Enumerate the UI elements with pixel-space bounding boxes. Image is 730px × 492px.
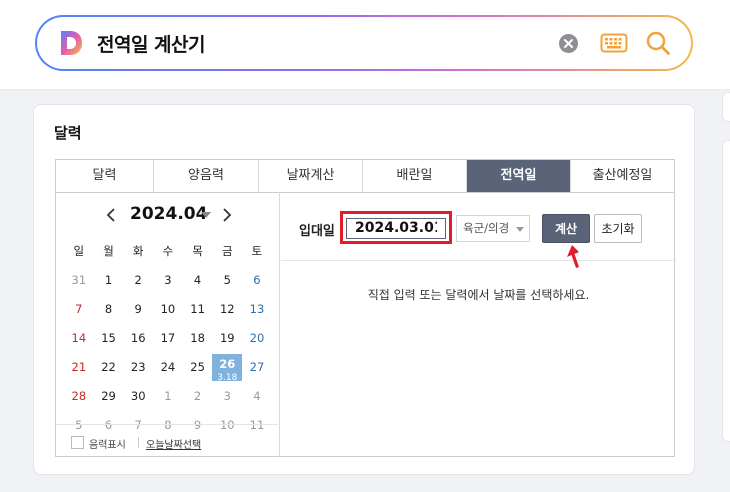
calendar-day[interactable]: 25 — [183, 353, 213, 382]
calendar-day[interactable]: 5 — [212, 266, 242, 295]
divider — [138, 437, 139, 448]
calendar-day[interactable]: 22 — [94, 353, 124, 382]
search-query[interactable]: 전역일 계산기 — [97, 30, 206, 57]
calendar-day[interactable]: 1 — [94, 266, 124, 295]
branch-select[interactable]: 육군/의경 — [456, 215, 530, 242]
tab-lunar-solar[interactable]: 양음력 — [154, 160, 259, 192]
tab-date-calc[interactable]: 날짜계산 — [259, 160, 363, 192]
calendar-day[interactable]: 2 — [123, 266, 153, 295]
search-box-inner: 전역일 계산기 — [37, 17, 691, 69]
branch-select-value: 육군/의경 — [463, 221, 510, 235]
discharge-form: 입대일 육군/의경 계산 초기화 직접 입력 또는 달력에서 날짜를 선택하세요… — [281, 192, 676, 457]
calendar-week: 14 15 16 17 18 19 20 — [64, 324, 272, 353]
calendar-day[interactable]: 30 — [123, 382, 153, 411]
calendar-day[interactable]: 3 — [212, 382, 242, 411]
calendar-day[interactable]: 24 — [153, 353, 183, 382]
form-input-row: 입대일 육군/의경 계산 초기화 — [281, 192, 676, 268]
weekday-label: 수 — [162, 244, 174, 258]
enlistment-date-input[interactable] — [346, 217, 446, 239]
top-bar: 전역일 계산기 — [0, 0, 730, 90]
instruction-text: 직접 입력 또는 달력에서 날짜를 선택하세요. — [367, 288, 590, 302]
calendar-week: 28 29 30 1 2 3 4 — [64, 382, 272, 411]
calendar-day[interactable]: 6 — [242, 266, 272, 295]
side-panel-edge — [722, 140, 730, 442]
daum-logo-icon — [61, 31, 82, 55]
select-today-link[interactable]: 오늘날짜선택 — [146, 436, 201, 451]
calendar-day[interactable]: 19 — [212, 324, 242, 353]
calendar-day[interactable]: 20 — [242, 324, 272, 353]
calendar-day[interactable]: 17 — [153, 324, 183, 353]
caret-down-icon — [516, 227, 524, 232]
calendar-day[interactable]: 23 — [123, 353, 153, 382]
clear-search-button[interactable] — [559, 34, 578, 53]
tab-due-date[interactable]: 출산예정일 — [571, 160, 674, 192]
calendar-day[interactable]: 7 — [64, 295, 94, 324]
weekday-label: 토 — [251, 244, 263, 258]
close-icon — [564, 39, 573, 48]
calendar-card: 달력 달력 양음력 날짜계산 배란일 전역일 출산예정일 2024.04 일 월… — [33, 104, 695, 475]
input-highlight-box — [340, 211, 452, 244]
calendar-day[interactable]: 8 — [94, 295, 124, 324]
calendar-day[interactable]: 14 — [64, 324, 94, 353]
calendar-grid: 일 월 화 수 목 금 토 31 1 2 3 4 5 6 7 8 9 10 11… — [64, 237, 272, 440]
tab-ovulation[interactable]: 배란일 — [363, 160, 467, 192]
enlistment-date-label: 입대일 — [299, 224, 335, 239]
calendar-week: 7 8 9 10 11 12 13 — [64, 295, 272, 324]
side-panel-edge — [722, 92, 730, 122]
calendar-week: 31 1 2 3 4 5 6 — [64, 266, 272, 295]
weekday-label: 화 — [132, 244, 144, 258]
weekday-label: 목 — [192, 244, 203, 258]
mini-calendar: 2024.04 일 월 화 수 목 금 토 31 1 2 3 4 5 6 7 8… — [56, 192, 280, 457]
calendar-day[interactable]: 29 — [94, 382, 124, 411]
weekday-row: 일 월 화 수 목 금 토 — [64, 237, 272, 266]
selected-day-number: 26 — [219, 357, 236, 371]
month-label[interactable]: 2024.04 — [130, 204, 207, 224]
calendar-day[interactable]: 3 — [153, 266, 183, 295]
calendar-day[interactable]: 2 — [183, 382, 213, 411]
calendar-day[interactable]: 11 — [183, 295, 213, 324]
calendar-day[interactable]: 12 — [212, 295, 242, 324]
reset-button[interactable]: 초기화 — [594, 214, 642, 243]
tab-panel: 2024.04 일 월 화 수 목 금 토 31 1 2 3 4 5 6 7 8… — [55, 192, 676, 457]
tab-discharge-date[interactable]: 전역일 — [467, 160, 571, 192]
calendar-tabs: 달력 양음력 날짜계산 배란일 전역일 출산예정일 — [55, 159, 675, 193]
calendar-day[interactable]: 4 — [183, 266, 213, 295]
calendar-day[interactable]: 13 — [242, 295, 272, 324]
calendar-day[interactable]: 4 — [242, 382, 272, 411]
calendar-day[interactable]: 27 — [242, 353, 272, 382]
calendar-day[interactable]: 16 — [123, 324, 153, 353]
calendar-day[interactable]: 31 — [64, 266, 94, 295]
caret-down-icon[interactable] — [201, 212, 211, 218]
calendar-day[interactable]: 10 — [153, 295, 183, 324]
calendar-footer: 음력표시 오늘날짜선택 — [56, 424, 280, 457]
lunar-toggle-label[interactable]: 음력표시 — [89, 436, 126, 451]
cursor-arrow-icon — [567, 245, 579, 268]
chevron-right-icon[interactable] — [220, 206, 234, 224]
weekday-label: 일 — [73, 244, 85, 258]
search-box[interactable]: 전역일 계산기 — [35, 15, 693, 71]
weekday-label: 월 — [103, 244, 114, 258]
calendar-day[interactable]: 15 — [94, 324, 124, 353]
chevron-left-icon[interactable] — [104, 206, 118, 224]
search-icon[interactable] — [645, 30, 671, 56]
weekday-label: 금 — [221, 244, 233, 258]
calculate-button[interactable]: 계산 — [542, 214, 590, 243]
calendar-day-selected[interactable]: 26 3.18 — [212, 354, 243, 383]
calendar-header: 2024.04 — [56, 204, 280, 226]
calendar-day[interactable]: 18 — [183, 324, 213, 353]
lunar-toggle-checkbox[interactable] — [71, 436, 84, 449]
card-title: 달력 — [54, 124, 82, 142]
keyboard-icon[interactable] — [600, 32, 628, 54]
calendar-day[interactable]: 21 — [64, 353, 94, 382]
calendar-day[interactable]: 9 — [123, 295, 153, 324]
calendar-day[interactable]: 28 — [64, 382, 94, 411]
calendar-day[interactable]: 1 — [153, 382, 183, 411]
tab-calendar[interactable]: 달력 — [56, 160, 154, 192]
calendar-week: 21 22 23 24 25 26 3.18 27 — [64, 353, 272, 383]
